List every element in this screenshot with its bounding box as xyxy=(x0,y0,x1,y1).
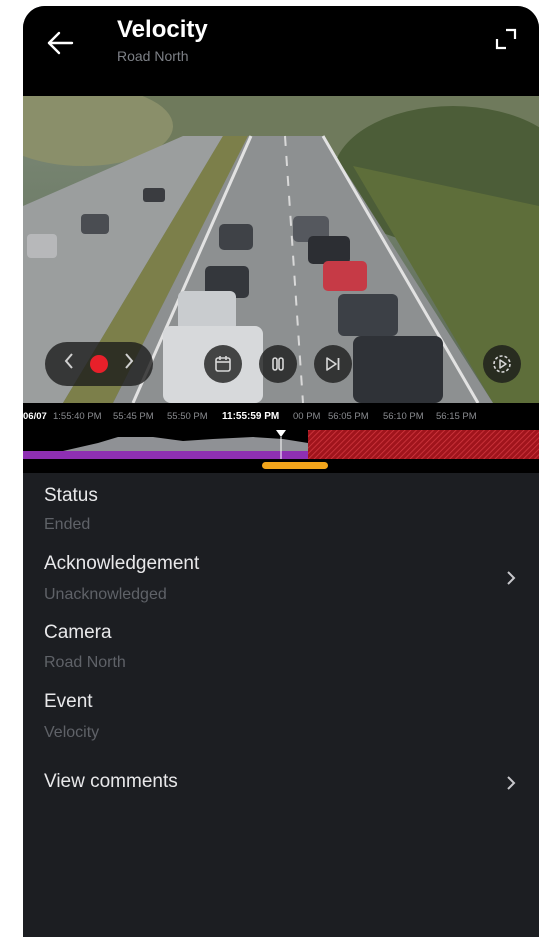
calendar-button[interactable] xyxy=(204,345,242,383)
playback-speed-button[interactable] xyxy=(483,345,521,383)
timeline-labels: 06/07 1:55:40 PM 55:45 PM 55:50 PM 11:55… xyxy=(23,411,539,427)
recorded-segment xyxy=(23,451,308,459)
tick-label: 56:15 PM xyxy=(436,411,477,422)
next-event-button[interactable] xyxy=(114,350,144,378)
tick-label: 00 PM xyxy=(293,411,321,422)
pause-button[interactable] xyxy=(259,345,297,383)
page-title: Velocity xyxy=(117,16,208,43)
chevron-left-icon xyxy=(64,353,73,369)
tick-label: 56:10 PM xyxy=(383,411,424,422)
phone-screen: Velocity Road North 06/07 1:55:40 PM 55:… xyxy=(23,6,539,937)
tick-label: 1:55:40 PM xyxy=(53,411,102,422)
acknowledgement-label: Acknowledgement xyxy=(44,553,200,574)
timeline-date: 06/07 xyxy=(23,411,47,422)
timeline-track xyxy=(23,430,539,469)
scrub-handle[interactable] xyxy=(262,462,328,469)
status-label: Status xyxy=(44,485,98,506)
tick-label: 55:45 PM xyxy=(113,411,154,422)
event-row: Event Velocity xyxy=(23,683,539,769)
tick-label: 56:05 PM xyxy=(328,411,369,422)
view-comments-row[interactable]: View comments xyxy=(23,769,539,809)
acknowledgement-value: Unacknowledged xyxy=(44,586,167,603)
calendar-icon xyxy=(215,356,231,372)
playback-speed-icon xyxy=(493,355,511,373)
chevron-right-icon xyxy=(125,353,134,369)
previous-event-button[interactable] xyxy=(54,350,84,378)
timeline-scrubber[interactable]: 06/07 1:55:40 PM 55:45 PM 55:50 PM 11:55… xyxy=(23,403,539,473)
view-comments-label: View comments xyxy=(44,771,178,792)
playhead-marker xyxy=(276,430,286,437)
page-subtitle: Road North xyxy=(117,48,189,64)
status-value: Ended xyxy=(44,516,91,533)
camera-value: Road North xyxy=(44,654,126,671)
chevron-right-icon xyxy=(505,772,517,798)
activity-graph xyxy=(23,437,308,451)
tick-label: 55:50 PM xyxy=(167,411,208,422)
camera-label: Camera xyxy=(44,622,112,643)
skip-to-end-icon xyxy=(326,357,340,371)
chevron-right-icon xyxy=(505,567,517,593)
no-recording-segment xyxy=(308,430,539,459)
event-value: Velocity xyxy=(44,724,100,741)
acknowledgement-row[interactable]: Acknowledgement Unacknowledged xyxy=(23,541,539,613)
expand-icon xyxy=(495,28,517,50)
arrow-left-icon xyxy=(47,31,74,55)
event-navigation xyxy=(45,342,153,386)
status-row: Status Ended xyxy=(23,473,539,541)
video-player[interactable] xyxy=(23,96,539,403)
event-label: Event xyxy=(44,691,93,712)
current-time-label: 11:55:59 PM xyxy=(222,411,280,422)
pause-icon xyxy=(272,357,284,371)
skip-to-end-button[interactable] xyxy=(314,345,352,383)
back-button[interactable] xyxy=(43,26,77,60)
expand-button[interactable] xyxy=(493,26,519,52)
header-bar: Velocity Road North xyxy=(23,6,539,96)
event-details: Status Ended Acknowledgement Unacknowled… xyxy=(23,473,539,809)
record-dot-icon[interactable] xyxy=(90,355,108,373)
camera-row: Camera Road North xyxy=(23,613,539,683)
